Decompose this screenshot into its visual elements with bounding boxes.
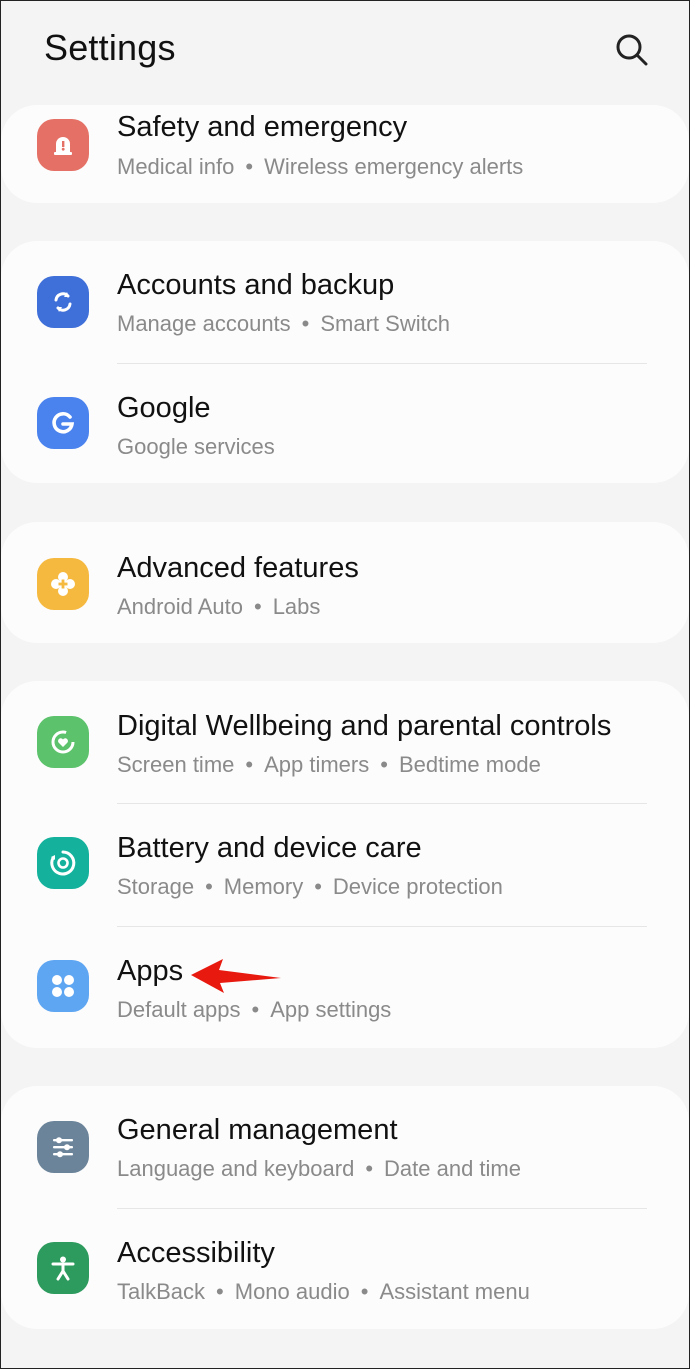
safety-label: Safety and emergency xyxy=(117,111,408,143)
device-care-icon xyxy=(37,837,89,889)
search-button[interactable] xyxy=(609,27,655,73)
settings-item-safety[interactable]: Safety and emergency Medical info • Wirele… xyxy=(1,105,689,203)
settings-item-accounts[interactable]: Accounts and backup Manage accounts • Smar… xyxy=(1,241,689,363)
sliders-icon xyxy=(37,1121,89,1173)
google-g-icon xyxy=(37,397,89,449)
general-subtitle: Language and keyboard • Date and time xyxy=(117,1156,521,1181)
apps-label: Apps xyxy=(117,955,184,987)
accounts-label: Accounts and backup xyxy=(117,269,395,301)
app-bar: Settings xyxy=(1,1,689,101)
accounts-subtitle: Manage accounts • Smart Switch xyxy=(117,311,450,336)
google-label: Google xyxy=(117,392,211,424)
apps-grid-icon xyxy=(37,960,89,1012)
accessibility-person-icon xyxy=(37,1242,89,1294)
accessibility-subtitle: TalkBack • Mono audio • Assistant menu xyxy=(117,1279,530,1304)
red-arrow-icon xyxy=(191,959,281,993)
battery-subtitle: Storage • Memory • Device protection xyxy=(117,874,503,899)
settings-group-advanced: Advanced features Android Auto • Labs xyxy=(1,522,689,643)
search-icon xyxy=(616,34,648,66)
settings-item-apps[interactable]: Apps Default apps • App settings xyxy=(1,927,689,1048)
wellbeing-subtitle: Screen time • App timers • Bedtime mode xyxy=(117,752,541,777)
advanced-label: Advanced features xyxy=(117,552,359,584)
apps-subtitle: Default apps • App settings xyxy=(117,997,392,1022)
wellbeing-label: Digital Wellbeing and parental controls xyxy=(117,710,612,742)
settings-item-accessibility[interactable]: Accessibility TalkBack • Mono audio • Assist… xyxy=(1,1209,689,1329)
settings-item-wellbeing[interactable]: Digital Wellbeing and parental controls … xyxy=(1,681,689,803)
advanced-subtitle: Android Auto • Labs xyxy=(117,594,321,619)
settings-item-advanced[interactable]: Advanced features Android Auto • Labs xyxy=(1,522,689,643)
general-label: General management xyxy=(117,1114,398,1146)
accessibility-label: Accessibility xyxy=(117,1237,275,1269)
google-subtitle: Google services xyxy=(117,434,275,459)
battery-label: Battery and device care xyxy=(117,832,422,864)
settings-group-device: Digital Wellbeing and parental controls … xyxy=(1,681,689,1048)
settings-group-safety: Safety and emergency Medical info • Wirele… xyxy=(1,105,689,203)
settings-item-battery[interactable]: Battery and device care Storage • Memory • D… xyxy=(1,804,689,926)
safety-subtitle: Medical info • Wireless emergency alerts xyxy=(117,154,524,179)
settings-group-accounts: Accounts and backup Manage accounts • Smar… xyxy=(1,241,689,483)
settings-screen: Safety and emergency Medical info • Wirele… xyxy=(0,0,690,1369)
siren-icon xyxy=(37,119,89,171)
sync-icon xyxy=(37,276,89,328)
settings-item-google[interactable]: Google Google services xyxy=(1,364,689,483)
heart-ring-icon xyxy=(37,716,89,768)
settings-item-general[interactable]: General management Language and keyboard… xyxy=(1,1086,689,1208)
plus-gear-icon xyxy=(37,558,89,610)
settings-group-general: General management Language and keyboard… xyxy=(1,1086,689,1329)
page-title: Settings xyxy=(44,27,176,68)
